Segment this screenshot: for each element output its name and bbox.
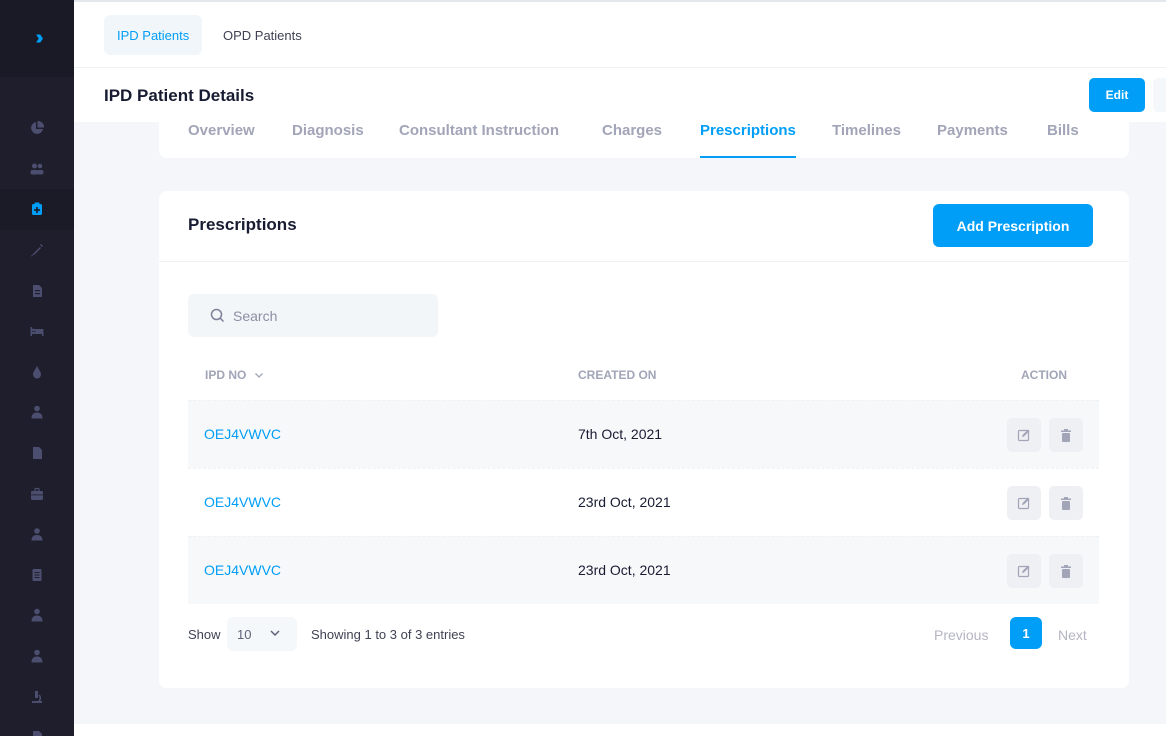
page-title: IPD Patient Details	[104, 86, 255, 105]
tab-charges[interactable]: Charges	[602, 122, 662, 158]
sidebar-item-lab[interactable]	[0, 676, 74, 717]
user-tie-icon	[31, 609, 43, 622]
edit-row-button[interactable]	[1007, 486, 1041, 520]
chevron-down-icon	[254, 373, 263, 378]
column-header-created-on[interactable]: CREATED ON	[578, 368, 656, 382]
patient-detail-tabs: Overview Diagnosis Consultant Instructio…	[159, 122, 1129, 158]
created-on-cell: 23rd Oct, 2021	[578, 494, 671, 510]
hospital-icon	[32, 202, 42, 216]
show-label: Show	[188, 626, 221, 642]
page-size-value: 10	[237, 626, 252, 642]
entries-info: Showing 1 to 3 of 3 entries	[311, 626, 465, 642]
sidebar-item-dashboard[interactable]	[0, 108, 74, 149]
search-box[interactable]	[188, 294, 438, 337]
bed-icon	[30, 327, 44, 337]
table-row: OEJ4VWVC 7th Oct, 2021	[188, 400, 1099, 468]
trash-icon	[1061, 496, 1071, 510]
microscope-icon	[32, 690, 42, 703]
created-on-cell: 23rd Oct, 2021	[578, 562, 671, 578]
briefcase-icon	[31, 487, 43, 500]
blood-drop-icon	[33, 365, 41, 379]
created-on-cell: 7th Oct, 2021	[578, 426, 663, 442]
pagination-previous[interactable]: Previous	[934, 627, 988, 643]
add-prescription-button[interactable]: Add Prescription	[933, 204, 1093, 247]
column-header-action: ACTION	[1021, 368, 1067, 382]
delete-row-button[interactable]	[1049, 486, 1083, 520]
search-icon	[210, 308, 225, 323]
syringe-icon	[31, 244, 43, 257]
sidebar-item-beds[interactable]	[0, 311, 74, 352]
pencil-icon	[1017, 565, 1030, 578]
sidebar-item-blood-bank[interactable]	[0, 352, 74, 393]
top-navbar: IPD Patients OPD Patients	[74, 0, 1166, 68]
sidebar-item-accountants[interactable]	[0, 595, 74, 636]
sidebar-header: ››	[0, 0, 74, 77]
card-header: Prescriptions Add Prescription	[159, 191, 1129, 262]
ipd-no-link[interactable]: OEJ4VWVC	[204, 562, 281, 578]
tab-consultant-instruction[interactable]: Consultant Instruction	[399, 122, 559, 158]
edit-button[interactable]: Edit	[1089, 78, 1145, 112]
sidebar-item-ipd[interactable]	[0, 189, 74, 230]
trash-icon	[1061, 428, 1071, 442]
tab-ipd-patients[interactable]: IPD Patients	[104, 15, 203, 55]
sidebar-item-documents[interactable]	[0, 270, 74, 311]
card-title: Prescriptions	[188, 215, 297, 234]
user-nurse-icon	[31, 528, 43, 541]
sidebar-item-vaccination[interactable]	[0, 230, 74, 271]
tab-overview[interactable]: Overview	[188, 122, 255, 158]
footer-strip	[74, 724, 1166, 736]
delete-row-button[interactable]	[1049, 554, 1083, 588]
tab-opd-patients[interactable]: OPD Patients	[210, 15, 315, 55]
user-md-icon	[31, 649, 43, 663]
sidebar-item-nurses[interactable]	[0, 514, 74, 555]
pencil-icon	[1017, 497, 1030, 510]
tab-prescriptions[interactable]: Prescriptions	[700, 122, 796, 158]
page-header: IPD Patient Details Edit	[74, 68, 1166, 122]
tab-diagnosis[interactable]: Diagnosis	[292, 122, 364, 158]
sidebar-item-medical-files[interactable]	[0, 717, 74, 736]
edit-row-button[interactable]	[1007, 554, 1041, 588]
sidebar-item-pharmacists[interactable]	[0, 636, 74, 677]
sidebar-item-doctors[interactable]	[0, 392, 74, 433]
sidebar-item-users[interactable]	[0, 149, 74, 190]
trash-icon	[1061, 564, 1071, 578]
doctor-icon	[31, 406, 43, 419]
pencil-icon	[1017, 429, 1030, 442]
search-input[interactable]	[233, 307, 423, 324]
file-icon	[33, 447, 42, 460]
tab-timelines[interactable]: Timelines	[832, 122, 901, 158]
double-chevron-right-icon[interactable]: ››	[35, 27, 44, 50]
users-icon	[30, 163, 44, 175]
ipd-no-link[interactable]: OEJ4VWVC	[204, 426, 281, 442]
tab-payments[interactable]: Payments	[937, 122, 1008, 158]
sidebar: ››	[0, 0, 74, 736]
sidebar-item-inventory[interactable]	[0, 473, 74, 514]
page-size-select[interactable]: 10	[227, 617, 297, 651]
delete-row-button[interactable]	[1049, 418, 1083, 452]
edit-row-button[interactable]	[1007, 418, 1041, 452]
table-row: OEJ4VWVC 23rd Oct, 2021	[188, 536, 1099, 604]
sidebar-item-reports[interactable]	[0, 555, 74, 596]
table-row: OEJ4VWVC 23rd Oct, 2021	[188, 468, 1099, 536]
ipd-no-link[interactable]: OEJ4VWVC	[204, 494, 281, 510]
column-label: IPD NO	[205, 368, 247, 382]
pagination-next[interactable]: Next	[1058, 627, 1087, 643]
report-icon	[32, 568, 42, 581]
chevron-down-icon	[270, 630, 280, 637]
tab-bills[interactable]: Bills	[1047, 122, 1079, 158]
file-medical-icon	[33, 731, 42, 736]
sidebar-item-files[interactable]	[0, 433, 74, 474]
document-icon	[33, 284, 42, 297]
pagination-page-1[interactable]: 1	[1010, 617, 1042, 649]
back-button[interactable]	[1153, 78, 1166, 112]
prescriptions-card: Prescriptions Add Prescription IPD NO CR…	[159, 191, 1129, 688]
pie-chart-icon	[31, 121, 44, 135]
column-header-ipd-no[interactable]: IPD NO	[205, 368, 264, 382]
